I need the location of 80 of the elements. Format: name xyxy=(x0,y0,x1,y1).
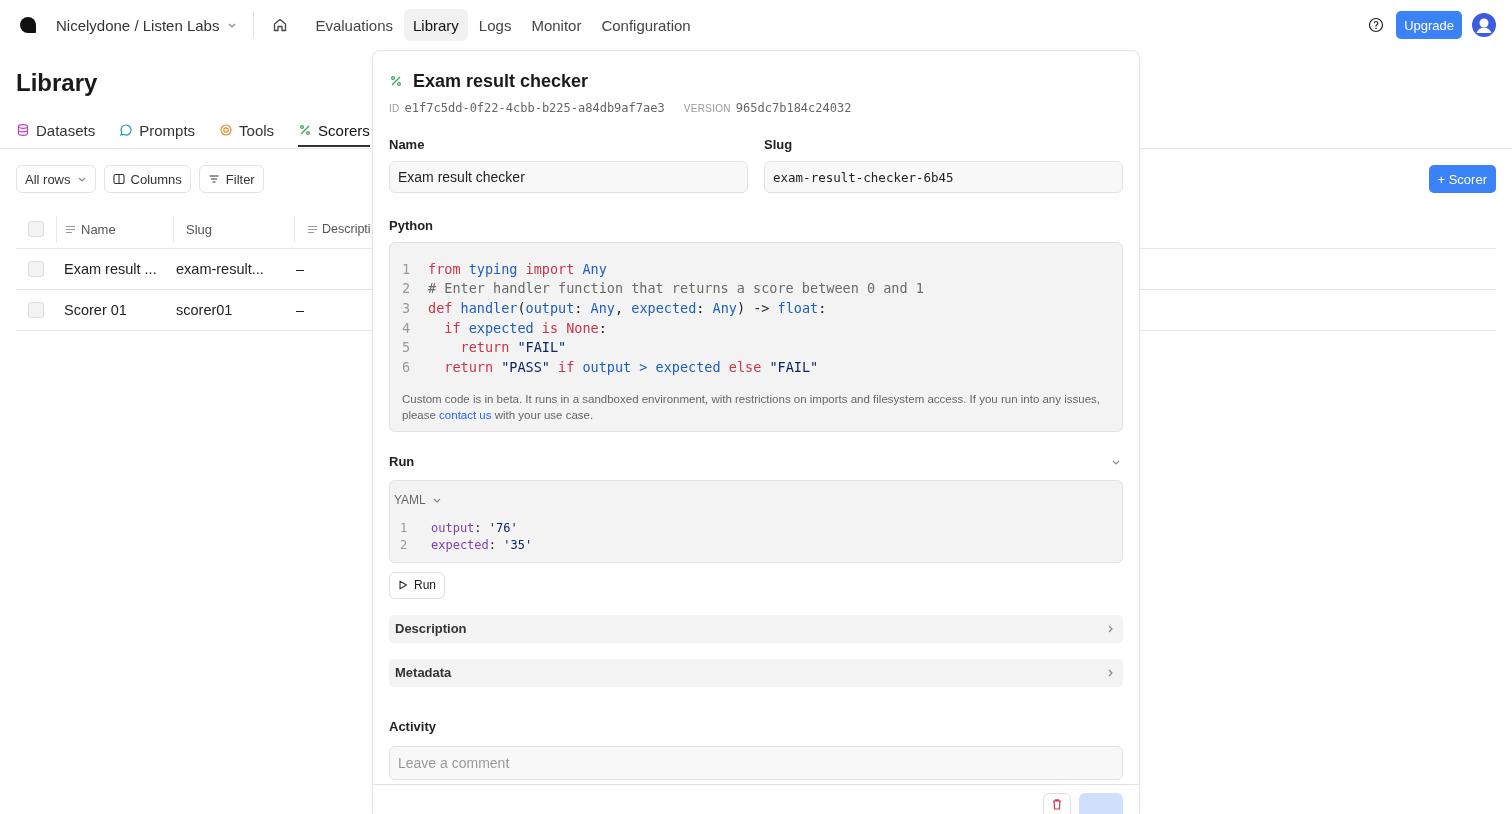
table-cell-text: exam-result... xyxy=(176,261,265,277)
play-icon xyxy=(398,580,408,591)
section-tab[interactable]: Tools xyxy=(219,115,275,147)
section-header[interactable]: Description xyxy=(389,614,1123,643)
column-header[interactable]: Name xyxy=(56,216,173,242)
nav-tab[interactable]: Configuration xyxy=(592,9,700,41)
nav-tab[interactable]: Evaluations xyxy=(306,9,402,41)
format-dropdown[interactable]: YAML xyxy=(394,490,442,509)
comment-field[interactable]: Leave a comment xyxy=(389,745,1123,780)
section-tab[interactable]: Datasets xyxy=(16,115,96,147)
columns-icon xyxy=(112,173,125,185)
line-number: 1 xyxy=(400,521,409,536)
workspace-switcher[interactable]: Nicelydone / Listen Labs xyxy=(56,10,238,40)
section-tab[interactable]: Prompts xyxy=(119,115,196,147)
column-header[interactable]: Slug xyxy=(173,216,294,242)
code-line: from typing import Any xyxy=(428,260,607,277)
slug-field[interactable]: exam-result-checker-6b45 xyxy=(764,161,1123,193)
section-label: Activity xyxy=(389,718,437,735)
logo-icon xyxy=(18,15,38,35)
home-icon xyxy=(272,17,289,33)
checkbox[interactable] xyxy=(28,302,44,318)
avatar-button[interactable] xyxy=(1472,13,1496,37)
help-icon xyxy=(1368,17,1385,33)
line-number: 2 xyxy=(400,538,409,553)
field-label: Python xyxy=(389,218,435,234)
input-editor[interactable]: YAML 1 output: '76' 2 expected: '35' xyxy=(389,479,1123,563)
columns-button[interactable]: Columns xyxy=(103,165,191,193)
nav-tab[interactable]: Logs xyxy=(469,9,521,41)
name-field[interactable]: Exam result checker xyxy=(389,161,748,193)
section-header[interactable]: Metadata xyxy=(389,658,1123,687)
section-tab[interactable]: Scorers xyxy=(298,115,370,147)
code-line: if expected is None: xyxy=(443,319,607,336)
table-cell-text: Scorer 01 xyxy=(63,302,128,318)
page-title: Library xyxy=(16,69,98,97)
id-value: e1f7c5dd-0f22-4cbb-b225-a84db9af7ae3 xyxy=(404,101,665,115)
line-number: 3 xyxy=(402,300,412,316)
code-editor[interactable] xyxy=(389,242,1123,432)
table-cell-text: – xyxy=(296,261,306,277)
table-cell-text: Exam result ... xyxy=(63,261,158,277)
column-header[interactable]: Descripti xyxy=(294,216,371,242)
trash-icon xyxy=(1051,798,1063,810)
line-number: 1 xyxy=(402,260,412,277)
upgrade-button[interactable]: Upgrade xyxy=(1396,11,1462,39)
version-value: 965dc7b184c24032 xyxy=(735,101,852,115)
filter-icon xyxy=(207,173,220,185)
avatar-icon xyxy=(1472,13,1496,37)
rows-dropdown[interactable]: All rows xyxy=(16,165,96,193)
line-number: 6 xyxy=(402,358,412,375)
line-number: 2 xyxy=(402,280,412,297)
id-label: ID xyxy=(389,103,400,114)
database-icon xyxy=(16,123,30,137)
code-line: # Enter handler function that returns a score between 0 and 1 xyxy=(428,280,924,297)
checkbox[interactable] xyxy=(28,261,44,277)
panel-title: Exam result checker xyxy=(413,70,589,92)
line-number: 5 xyxy=(402,339,412,356)
percent-icon xyxy=(389,74,403,88)
field-label: Name xyxy=(389,137,426,153)
field-label: Slug xyxy=(764,137,794,153)
table-cell-text: – xyxy=(296,302,306,318)
info-text: Custom code is in beta. It runs in a sandboxed environment, with restrictions on imports and filesystem access. If you run into any issues, please contact us with your use case. xyxy=(402,391,1101,423)
code-line: output: '76' xyxy=(431,521,518,536)
version-label: VERSION xyxy=(683,103,731,114)
code-line: def handler(output: Any, expected: Any) -> float: xyxy=(428,300,827,316)
nav-tab[interactable]: Monitor xyxy=(522,9,591,41)
filter-button[interactable]: Filter xyxy=(198,165,264,193)
checkbox[interactable] xyxy=(28,221,44,237)
line-number: 4 xyxy=(402,319,412,336)
code-line: return "FAIL" xyxy=(459,339,567,356)
percent-icon xyxy=(298,123,313,137)
chat-bubble-icon xyxy=(119,123,134,137)
circle-icon xyxy=(219,123,234,137)
delete-button[interactable] xyxy=(1043,793,1071,814)
section-label: Run xyxy=(389,453,415,470)
contact-link[interactable]: contact us xyxy=(439,408,492,421)
table-cell-text: scorer01 xyxy=(176,302,234,318)
add-scorer-button[interactable]: + Scorer xyxy=(1428,165,1496,193)
code-line: expected: '35' xyxy=(431,538,533,553)
nav-tab[interactable]: Library xyxy=(404,9,468,41)
run-button[interactable]: Run xyxy=(389,571,445,599)
code-line: return "PASS" if output > expected else "FAIL" xyxy=(443,358,819,375)
